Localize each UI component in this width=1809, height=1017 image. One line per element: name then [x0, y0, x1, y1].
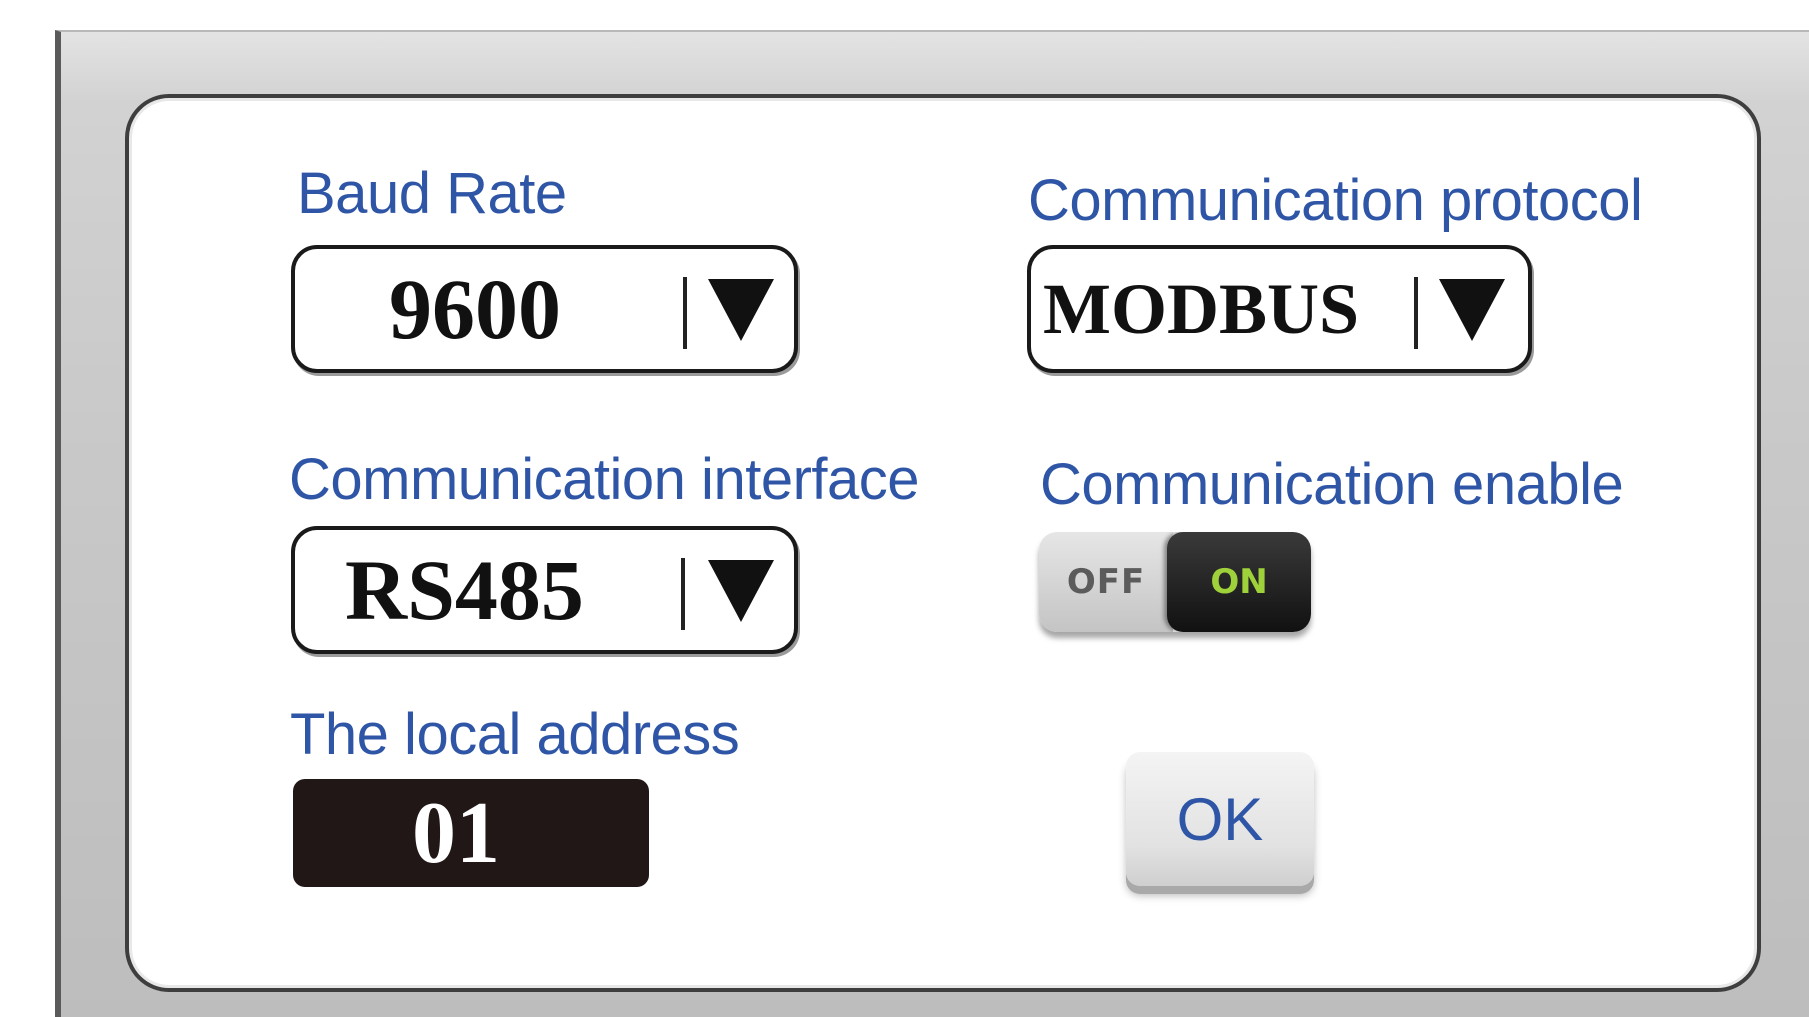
baud-rate-select[interactable]: 9600: [291, 245, 798, 373]
communication-interface-label: Communication interface: [289, 447, 920, 512]
toggle-off-segment[interactable]: OFF: [1039, 532, 1173, 632]
baud-rate-value: 9600: [389, 261, 561, 357]
communication-interface-value: RS485: [345, 542, 584, 638]
select-divider: [683, 277, 687, 349]
select-divider: [681, 558, 685, 630]
local-address-field[interactable]: 01: [293, 779, 649, 887]
communication-interface-select[interactable]: RS485: [291, 526, 798, 654]
communication-enable-toggle[interactable]: OFF ON: [1039, 532, 1311, 632]
communication-protocol-value: MODBUS: [1043, 269, 1360, 349]
select-divider: [1414, 277, 1418, 349]
local-address-label: The local address: [290, 702, 740, 767]
dropdown-arrow-icon[interactable]: [708, 279, 774, 341]
dropdown-arrow-icon[interactable]: [1439, 279, 1505, 341]
toggle-on-segment[interactable]: ON: [1167, 532, 1311, 632]
communication-protocol-select[interactable]: MODBUS: [1027, 245, 1532, 373]
communication-enable-label: Communication enable: [1040, 452, 1624, 517]
ok-button[interactable]: OK: [1126, 752, 1314, 886]
communication-protocol-label: Communication protocol: [1028, 168, 1643, 233]
baud-rate-label: Baud Rate: [297, 161, 567, 226]
dropdown-arrow-icon[interactable]: [708, 560, 774, 622]
